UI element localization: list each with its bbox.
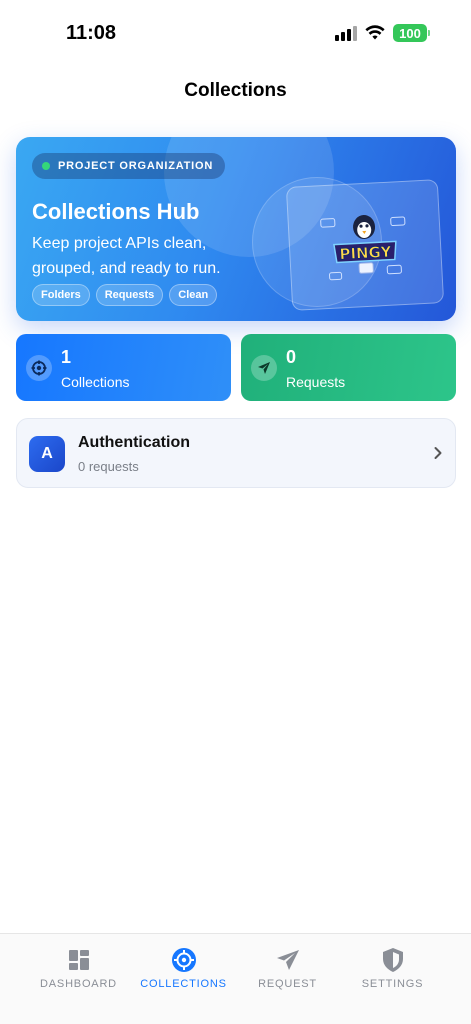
hero-tag: Folders — [32, 284, 90, 306]
battery-indicator: 100 — [393, 24, 430, 42]
tab-collections[interactable]: COLLECTIONS — [125, 934, 242, 1004]
hero-badge: PROJECT ORGANIZATION — [32, 153, 226, 179]
tab-label: REQUEST — [258, 978, 317, 990]
paper-plane-icon — [276, 946, 300, 974]
status-bar: 11:08 100 — [0, 0, 471, 60]
tab-label: COLLECTIONS — [140, 978, 227, 990]
requests-stat-label: Requests — [286, 374, 346, 390]
status-icons: 100 — [335, 24, 430, 42]
tab-settings[interactable]: SETTINGS — [334, 934, 451, 1004]
requests-count: 0 — [286, 347, 297, 367]
dashboard-icon — [68, 946, 90, 974]
hero-title: Collections Hub — [32, 199, 200, 224]
pingy-mascot-illustration: PINGY — [285, 179, 445, 311]
collections-stat-label: Collections — [61, 374, 130, 390]
tab-bar: DASHBOARD COLLECTIONS REQUEST SETTINGS — [0, 933, 471, 1024]
hero-badge-label: PROJECT ORGANIZATION — [58, 160, 214, 172]
paper-plane-icon — [251, 355, 277, 381]
hero-card: PROJECT ORGANIZATION Collections Hub Kee… — [16, 137, 456, 321]
svg-text:PINGY: PINGY — [339, 243, 393, 264]
collection-name: Authentication — [78, 434, 190, 451]
collection-request-count: 0 requests — [78, 459, 139, 474]
hero-subtitle: Keep project APIs clean, grouped, and re… — [32, 235, 221, 277]
page-title: Collections — [184, 80, 287, 101]
status-time: 11:08 — [66, 22, 117, 44]
requests-stat-card[interactable]: 0 Requests — [241, 334, 456, 401]
collection-avatar: A — [29, 436, 65, 472]
collections-icon — [26, 355, 52, 381]
hero-tag: Requests — [95, 284, 164, 306]
collection-item-authentication[interactable]: A Authentication 0 requests — [16, 418, 456, 488]
penguin-logo-icon: PINGY — [320, 215, 406, 281]
status-dot-icon — [42, 162, 50, 170]
shield-icon — [382, 946, 404, 974]
chevron-right-icon — [433, 446, 443, 465]
collections-icon — [171, 946, 197, 974]
hero-tag: Clean — [169, 284, 218, 306]
cellular-signal-icon — [335, 25, 357, 41]
tab-request[interactable]: REQUEST — [229, 934, 346, 1004]
tab-dashboard[interactable]: DASHBOARD — [20, 934, 137, 1004]
tab-label: SETTINGS — [361, 978, 424, 990]
collections-stat-card[interactable]: 1 Collections — [16, 334, 231, 401]
tab-label: DASHBOARD — [40, 978, 117, 990]
wifi-icon — [365, 25, 385, 41]
hero-tags: Folders Requests Clean — [32, 284, 218, 306]
collections-count: 1 — [61, 347, 72, 367]
